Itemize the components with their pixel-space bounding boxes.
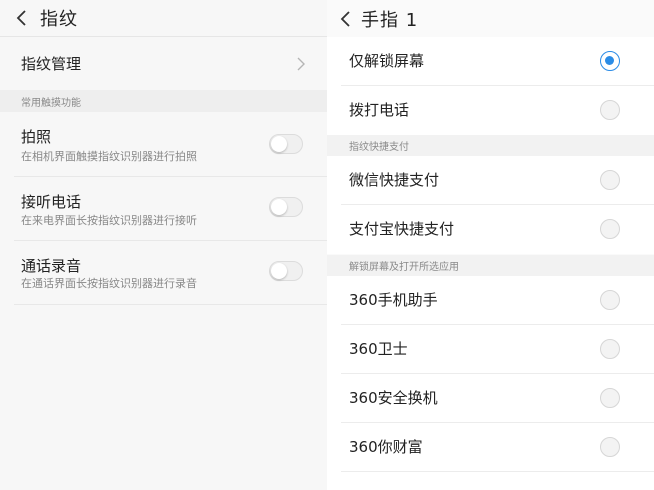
option-answer-call-title: 接听电话 — [21, 193, 82, 211]
option-app-360-transfer-label: 360安全换机 — [349, 389, 438, 407]
radio-app-360-wealth[interactable] — [600, 437, 620, 457]
option-unlock-only[interactable]: 仅解锁屏幕 — [327, 37, 654, 86]
radio-alipay[interactable] — [600, 219, 620, 239]
option-alipay-label: 支付宝快捷支付 — [349, 220, 455, 238]
camera-toggle[interactable] — [269, 134, 303, 154]
radio-unlock-only[interactable] — [600, 51, 620, 71]
option-app-360-guard[interactable]: 360卫士 — [327, 325, 654, 374]
radio-app-360-guard[interactable] — [600, 339, 620, 359]
fingerprint-manage-label: 指纹管理 — [21, 55, 82, 73]
toggle-knob — [271, 136, 287, 152]
option-app-360-assistant[interactable]: 360手机助手 — [327, 276, 654, 325]
option-app-360-transfer[interactable]: 360安全换机 — [327, 374, 654, 423]
answer-call-toggle[interactable] — [269, 197, 303, 217]
option-wechat-pay-label: 微信快捷支付 — [349, 171, 440, 189]
page-title-right: 手指 1 — [361, 9, 419, 31]
fingerprint-settings-panel: 指纹 指纹管理 常用触摸功能 拍照 在相机界面触摸指纹识别器进行拍照 接听电话 … — [0, 0, 327, 490]
option-alipay[interactable]: 支付宝快捷支付 — [327, 205, 654, 254]
option-answer-call: 接听电话 在来电界面长按指纹识别器进行接听 — [0, 177, 327, 240]
finger-detail-panel: 手指 1 仅解锁屏幕 拨打电话 指纹快捷支付 微信快捷支付 支付宝快捷支付 解锁… — [327, 0, 654, 490]
option-call-recording-subtitle: 在通话界面长按指纹识别器进行录音 — [21, 277, 197, 290]
toggle-knob — [271, 199, 287, 215]
section-fingerprint-pay: 指纹快捷支付 — [327, 135, 654, 156]
section-unlock-open-app: 解锁屏幕及打开所选应用 — [327, 255, 654, 276]
option-app-360-assistant-label: 360手机助手 — [349, 291, 438, 309]
back-button-right[interactable] — [331, 0, 361, 37]
option-make-call-label: 拨打电话 — [349, 101, 410, 119]
option-make-call[interactable]: 拨打电话 — [327, 86, 654, 135]
option-call-recording: 通话录音 在通话界面长按指纹识别器进行录音 — [0, 241, 327, 304]
option-answer-call-subtitle: 在来电界面长按指纹识别器进行接听 — [21, 214, 197, 227]
radio-wechat-pay[interactable] — [600, 170, 620, 190]
radio-make-call[interactable] — [600, 100, 620, 120]
option-app-360-wealth-label: 360你财富 — [349, 438, 423, 456]
list-item-partial — [327, 472, 654, 490]
toggle-knob — [271, 263, 287, 279]
option-camera-subtitle: 在相机界面触摸指纹识别器进行拍照 — [21, 150, 197, 163]
option-app-360-wealth[interactable]: 360你财富 — [327, 423, 654, 472]
option-unlock-only-label: 仅解锁屏幕 — [349, 52, 425, 70]
left-header: 指纹 — [0, 0, 327, 37]
page-title-left: 指纹 — [40, 9, 78, 30]
radio-app-360-assistant[interactable] — [600, 290, 620, 310]
back-button-left[interactable] — [4, 0, 40, 37]
option-camera-title: 拍照 — [21, 128, 52, 146]
option-camera: 拍照 在相机界面触摸指纹识别器进行拍照 — [0, 112, 327, 176]
option-app-360-guard-label: 360卫士 — [349, 340, 408, 358]
call-recording-toggle[interactable] — [269, 261, 303, 281]
divider — [14, 304, 327, 305]
right-header: 手指 1 — [327, 0, 654, 37]
fingerprint-manage-item[interactable]: 指纹管理 — [0, 38, 327, 90]
option-call-recording-title: 通话录音 — [21, 257, 82, 275]
chevron-left-icon — [340, 10, 350, 27]
section-common-touch: 常用触摸功能 — [0, 90, 327, 112]
option-wechat-pay[interactable]: 微信快捷支付 — [327, 156, 654, 205]
chevron-right-icon — [297, 57, 305, 71]
chevron-left-icon — [16, 10, 26, 26]
radio-app-360-transfer[interactable] — [600, 388, 620, 408]
